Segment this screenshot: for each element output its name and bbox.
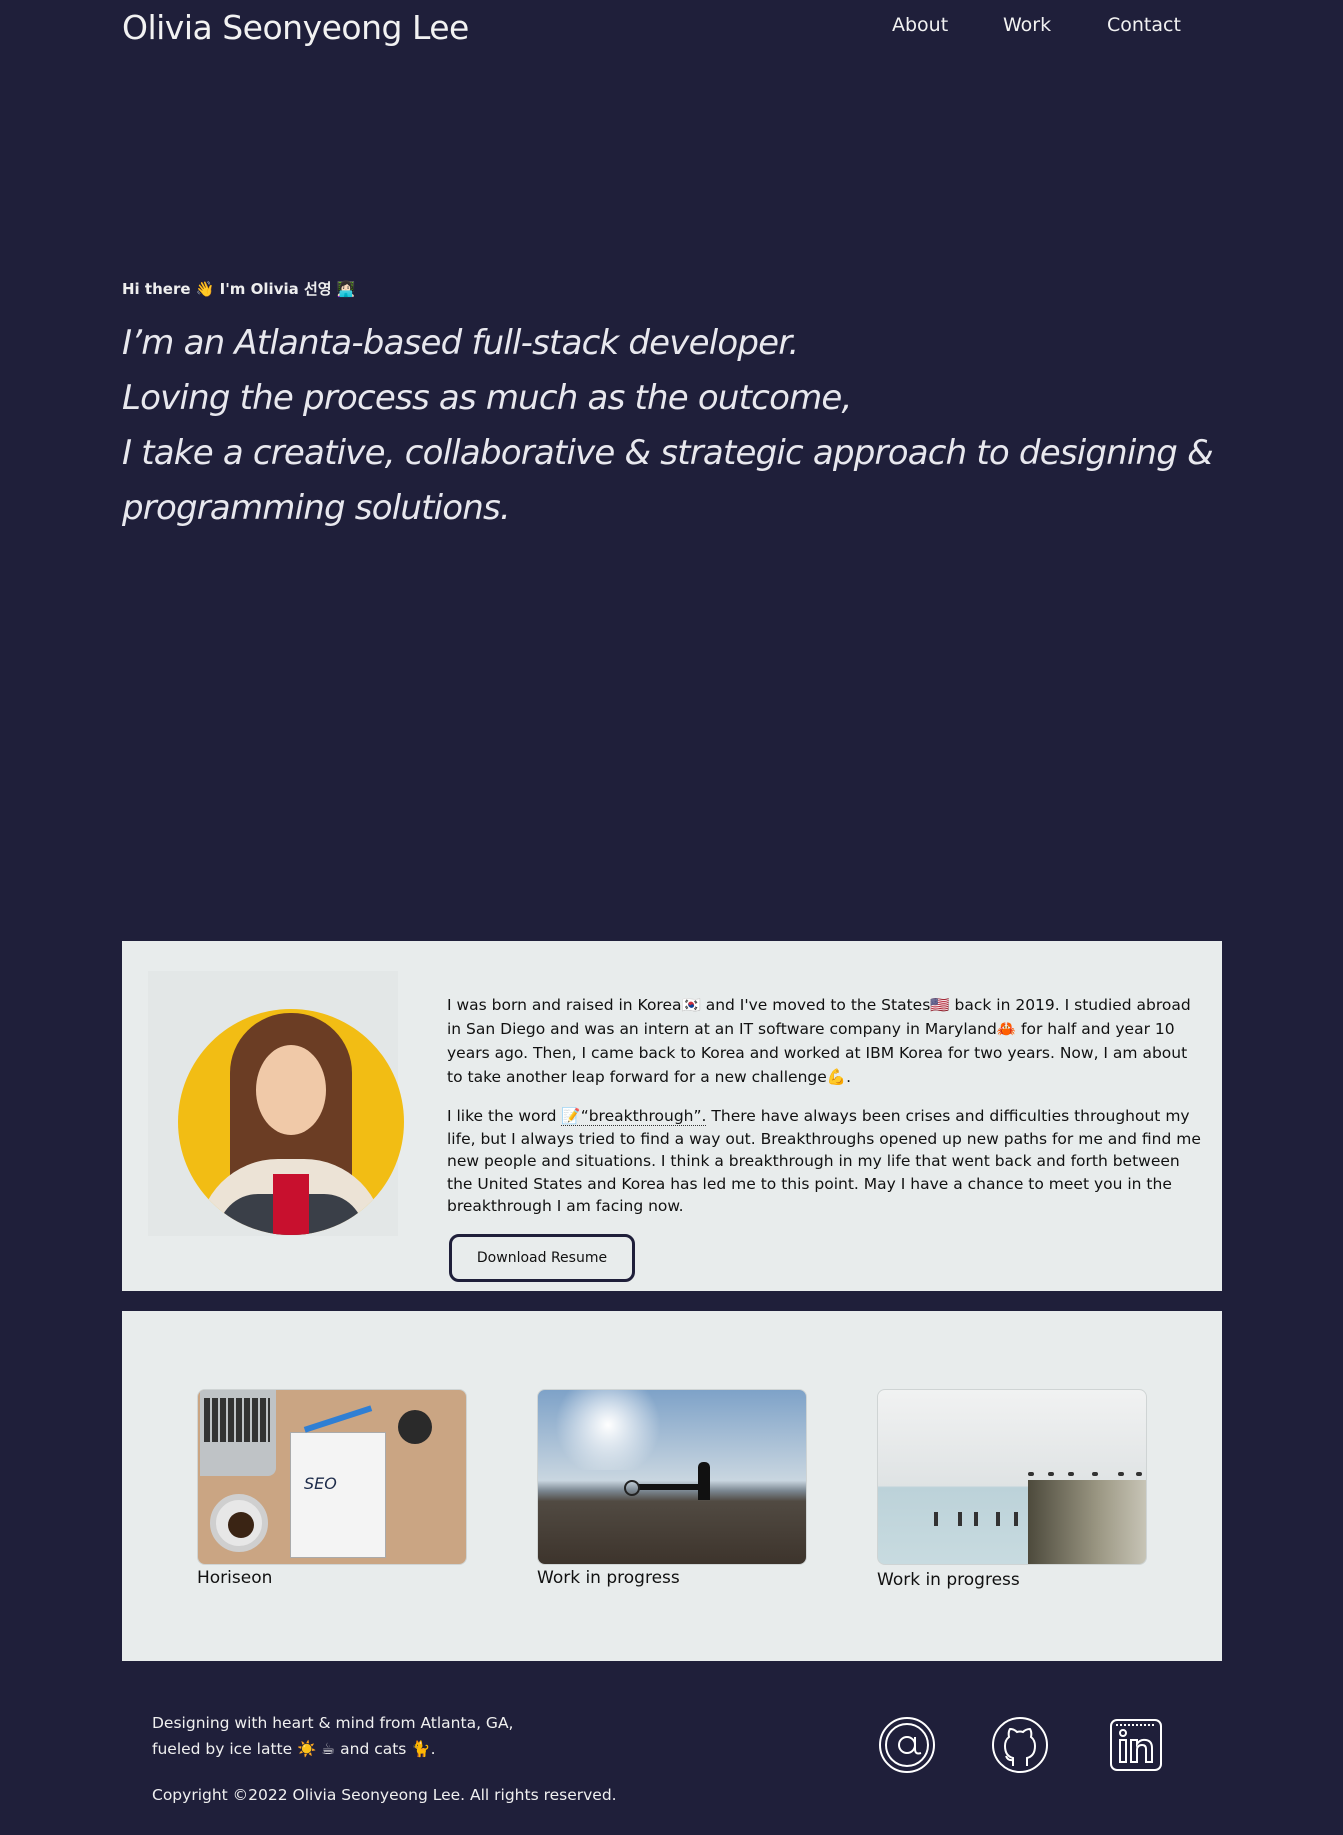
email-icon-graphic [879,1717,935,1773]
thumb-bird [1048,1472,1054,1476]
thumb-bird [1092,1472,1098,1476]
work-section: SEO Horiseon Work in progress Work in pr… [122,1311,1222,1661]
main-nav: About Work Contact [0,14,1343,44]
footer-tagline-line: fueled by ice latte ☀️ ☕ and cats 🐈. [152,1740,436,1758]
thumb-bench [638,1484,698,1490]
thumb-bicycle [624,1480,640,1496]
about-paragraph-2-start: I like the word [447,1107,562,1125]
nav-work-link[interactable]: Work [1003,14,1051,36]
project-card-2[interactable]: Work in progress [537,1389,807,1588]
footer-tagline: Designing with heart & mind from Atlanta… [152,1710,572,1762]
project-thumbnail[interactable] [537,1389,807,1565]
profile-photo [178,1009,404,1235]
thumb-bird [1118,1472,1124,1476]
thumb-bird [1068,1472,1074,1476]
thumb-notebook [290,1432,386,1558]
linkedin-icon[interactable] [1107,1716,1165,1774]
project-card-3[interactable]: Work in progress [877,1389,1147,1590]
thumb-post [1014,1512,1018,1526]
thumb-seo-text: SEO [304,1474,337,1493]
hero-greeting: Hi there 👋 I'm Olivia 선영 👩🏻‍💻 [122,280,356,298]
github-icon[interactable] [991,1716,1049,1774]
email-icon[interactable] [878,1716,936,1774]
project-caption[interactable]: Horiseon [197,1568,467,1588]
thumb-post [996,1512,1000,1526]
thumb-bird [1028,1472,1034,1476]
tagline-line: Loving the process as much as the outcom… [122,378,852,418]
portrait-frame [148,971,404,1236]
thumb-bird [1136,1472,1142,1476]
download-resume-button[interactable]: Download Resume [449,1234,635,1282]
linkedin-icon-graphic [1110,1719,1162,1771]
about-text: I was born and raised in Korea🇰🇷 and I'v… [447,993,1202,1234]
thumb-post [958,1512,962,1526]
about-section: I was born and raised in Korea🇰🇷 and I'v… [122,941,1222,1291]
photo-shirt [273,1174,309,1235]
about-paragraph-1: I was born and raised in Korea🇰🇷 and I'v… [447,996,1191,1086]
thumb-keyboard [204,1398,270,1442]
copyright: Copyright ©2022 Olivia Seonyeong Lee. Al… [152,1786,617,1804]
breakthrough-word: 📝“breakthrough”. [561,1107,707,1126]
tagline-line: I’m an Atlanta-based full-stack develope… [122,323,799,363]
project-thumbnail[interactable] [877,1389,1147,1565]
footer-tagline-line: Designing with heart & mind from Atlanta… [152,1714,514,1732]
hero-tagline: I’m an Atlanta-based full-stack develope… [122,316,1222,536]
thumb-pen [303,1405,373,1433]
photo-face [256,1045,326,1135]
thumb-wall [1028,1480,1146,1564]
thumb-sun [548,1390,668,1470]
thumb-coffee [228,1512,254,1538]
tagline-line: I take a creative, collaborative & strat… [122,433,1214,473]
nav-about-link[interactable]: About [892,14,948,36]
tagline-line: programming solutions. [122,488,511,528]
github-icon-graphic [992,1717,1048,1773]
project-card-horiseon[interactable]: SEO Horiseon [197,1389,467,1588]
thumb-pen-holder [398,1410,432,1444]
thumb-post [934,1512,938,1526]
nav-contact-link[interactable]: Contact [1107,14,1181,36]
project-caption[interactable]: Work in progress [877,1570,1147,1590]
project-caption[interactable]: Work in progress [537,1568,807,1588]
thumb-person [698,1462,710,1500]
thumb-post [974,1512,978,1526]
about-paragraph-2: I like the word 📝“breakthrough”. There h… [447,1105,1202,1218]
project-thumbnail[interactable]: SEO [197,1389,467,1565]
